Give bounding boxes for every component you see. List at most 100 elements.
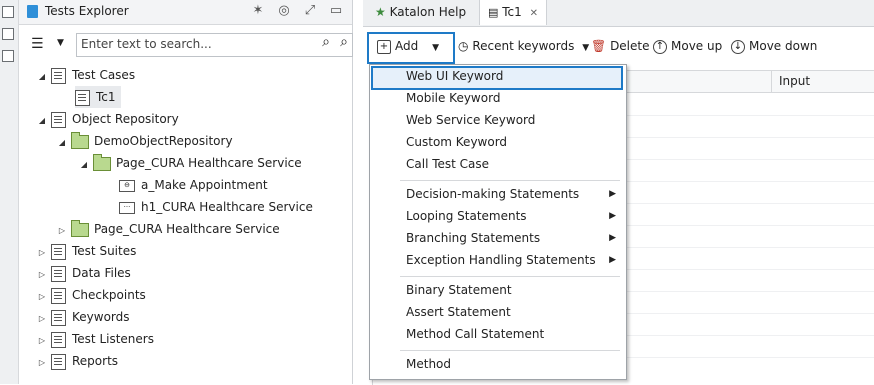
move-down-button[interactable]: ↓ Move down: [731, 37, 817, 55]
menu-item-exception-handling[interactable]: Exception Handling Statements ▶: [370, 249, 626, 271]
tree-item-tc1[interactable]: Tc1: [75, 86, 121, 108]
collapse-icon[interactable]: ✶: [250, 3, 266, 19]
chevron-down-icon[interactable]: ▼: [57, 38, 64, 48]
menu-item-method[interactable]: Method: [370, 353, 626, 375]
menu-label: Web Service Keyword: [406, 113, 536, 127]
keywords-icon: [51, 309, 66, 326]
tab-label: Katalon Help: [389, 5, 467, 19]
move-up-button[interactable]: ↑ Move up: [653, 37, 722, 55]
tree-item-page-cura[interactable]: ◢ Page_CURA Healthcare Service: [79, 152, 302, 174]
chevron-right-icon: ▶: [609, 189, 616, 199]
menu-item-mobile-keyword[interactable]: Mobile Keyword: [370, 87, 626, 109]
menu-label: Custom Keyword: [406, 135, 508, 149]
tree-item-page-cura-2[interactable]: ▷ Page_CURA Healthcare Service: [57, 218, 280, 240]
menu-item-looping[interactable]: Looping Statements ▶: [370, 205, 626, 227]
tree-label: Test Cases: [72, 68, 136, 82]
menu-label: Exception Handling Statements: [406, 253, 596, 267]
tree-label: Test Listeners: [72, 332, 154, 346]
recent-keywords-button[interactable]: ◷ Recent keywords ▼: [458, 37, 589, 55]
expand-icon[interactable]: ⤢: [302, 3, 318, 19]
test-case-icon: ▤: [488, 6, 499, 19]
maximize-icon[interactable]: ▭: [328, 3, 344, 19]
menu-item-method-call-statement[interactable]: Method Call Statement: [370, 323, 626, 345]
tree-item-test-cases[interactable]: ◢ Test Cases: [37, 64, 135, 86]
chevron-right-icon: ▶: [609, 233, 616, 243]
menu-label: Call Test Case: [406, 157, 490, 171]
tree-item-make-appointment[interactable]: ⊖ a_Make Appointment: [115, 174, 268, 196]
chevron-right-icon[interactable]: ▷: [37, 352, 47, 374]
tree-label: Tc1: [96, 90, 116, 104]
chevron-right-icon[interactable]: ▷: [37, 330, 47, 352]
object-repository-icon: [51, 111, 66, 128]
folder-icon: [93, 153, 111, 171]
tree-label: a_Make Appointment: [141, 178, 268, 192]
column-divider: [771, 71, 772, 92]
panel-title: Tests Explorer: [45, 4, 129, 18]
menu-item-binary-statement[interactable]: Binary Statement: [370, 279, 626, 301]
tree-item-keywords[interactable]: ▷ Keywords: [37, 306, 130, 328]
menu-item-assert-statement[interactable]: Assert Statement: [370, 301, 626, 323]
chevron-right-icon[interactable]: ▷: [37, 242, 47, 264]
tree-item-object-repository[interactable]: ◢ Object Repository: [37, 108, 179, 130]
checkpoints-icon: [51, 287, 66, 304]
column-input: Input: [779, 74, 811, 88]
tree-label: Data Files: [72, 266, 131, 280]
chevron-right-icon[interactable]: ▷: [37, 286, 47, 308]
menu-item-call-test-case[interactable]: Call Test Case: [370, 153, 626, 175]
add-button-highlight: [367, 32, 455, 64]
chevron-down-icon[interactable]: ◢: [57, 132, 67, 154]
menu-label: Method: [406, 357, 452, 371]
move-down-label: Move down: [749, 39, 818, 53]
tab-tc1[interactable]: ▤ Tc1 ✕: [479, 0, 547, 25]
text-element-icon: ···: [119, 201, 135, 214]
delete-button[interactable]: 🗑 Delete: [591, 37, 650, 55]
tree-item-data-files[interactable]: ▷ Data Files: [37, 262, 131, 284]
chevron-right-icon[interactable]: ▷: [37, 264, 47, 286]
panel-header: Tests Explorer ✶ ◎ ⤢ ▭: [19, 0, 352, 25]
tree-item-test-suites[interactable]: ▷ Test Suites: [37, 240, 136, 262]
toolbar-icon[interactable]: [2, 50, 14, 62]
tab-label: Tc1: [502, 5, 522, 19]
tab-katalon-help[interactable]: ★ Katalon Help: [367, 0, 474, 25]
menu-label: Branching Statements: [406, 231, 541, 245]
menu-item-branching[interactable]: Branching Statements ▶: [370, 227, 626, 249]
move-up-label: Move up: [671, 39, 723, 53]
tree-label: Checkpoints: [72, 288, 146, 302]
chevron-right-icon[interactable]: ▷: [37, 308, 47, 330]
advanced-search-icon[interactable]: ⌕: [340, 34, 348, 50]
menu-item-custom-keyword[interactable]: Custom Keyword: [370, 131, 626, 153]
folder-icon: [71, 131, 89, 149]
tree-item-h1-cura[interactable]: ··· h1_CURA Healthcare Service: [115, 196, 313, 218]
close-icon[interactable]: ✕: [530, 8, 538, 19]
menu-label: Assert Statement: [406, 305, 511, 319]
data-files-icon: [51, 265, 66, 282]
chevron-down-icon[interactable]: ◢: [37, 110, 47, 132]
chevron-right-icon[interactable]: ▷: [57, 220, 67, 242]
menu-item-web-ui-keyword[interactable]: Web UI Keyword: [370, 65, 626, 87]
menu-label: Web UI Keyword: [406, 69, 504, 83]
chevron-down-icon[interactable]: ◢: [37, 66, 47, 88]
search-icon[interactable]: ⌕: [322, 34, 330, 50]
toolbar-icon[interactable]: [2, 6, 14, 18]
arrow-up-icon: ↑: [653, 39, 667, 54]
search-input[interactable]: [77, 34, 317, 54]
tree-item-checkpoints[interactable]: ▷ Checkpoints: [37, 284, 146, 306]
filter-icon[interactable]: ☰: [31, 36, 44, 52]
menu-item-web-service-keyword[interactable]: Web Service Keyword: [370, 109, 626, 131]
tree-item-demo-object-repository[interactable]: ◢ DemoObjectRepository: [57, 130, 233, 152]
toolbar-icon[interactable]: [2, 28, 14, 40]
trash-icon: 🗑: [591, 39, 607, 53]
clock-icon: ◷: [458, 39, 469, 53]
menu-item-decision-making[interactable]: Decision-making Statements ▶: [370, 183, 626, 205]
tests-explorer-panel: Tests Explorer ✶ ◎ ⤢ ▭ ☰ ▼ ⌕ ⌕ ◢ Test Cas…: [19, 0, 353, 384]
tree-item-reports[interactable]: ▷ Reports: [37, 350, 118, 372]
chevron-down-icon[interactable]: ◢: [79, 154, 89, 176]
tree-item-test-listeners[interactable]: ▷ Test Listeners: [37, 328, 154, 350]
chevron-down-icon[interactable]: ▼: [582, 43, 589, 53]
search-box: ⌕ ⌕: [76, 33, 353, 57]
test-listeners-icon: [51, 331, 66, 348]
test-suites-icon: [51, 243, 66, 260]
link-icon[interactable]: ◎: [276, 3, 292, 19]
editor-tab-bar: ★ Katalon Help ▤ Tc1 ✕: [363, 0, 874, 27]
tree-label: Test Suites: [72, 244, 137, 258]
